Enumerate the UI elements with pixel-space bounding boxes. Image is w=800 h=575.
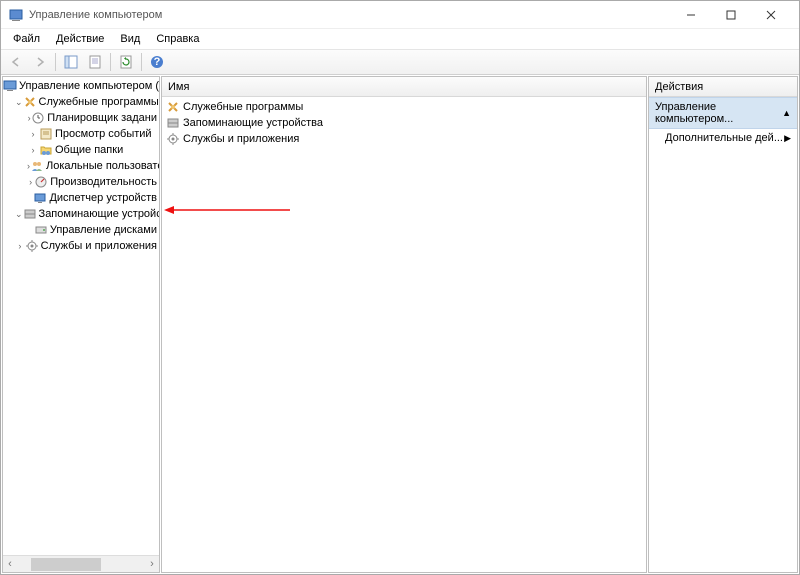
toolbar-separator xyxy=(141,53,142,71)
tree-system-tools[interactable]: ⌄ Служебные программы xyxy=(3,94,159,110)
show-hide-tree-button[interactable] xyxy=(60,51,82,73)
tree-label: Просмотр событий xyxy=(55,128,152,140)
app-icon xyxy=(9,8,23,22)
minimize-button[interactable] xyxy=(671,1,711,29)
performance-icon xyxy=(34,175,48,189)
list-item-system-tools[interactable]: Служебные программы xyxy=(164,99,644,115)
scrollbar-thumb[interactable] xyxy=(31,558,101,571)
tools-icon xyxy=(23,95,37,109)
actions-more-label: Дополнительные дей... xyxy=(665,132,783,144)
tree-event-viewer[interactable]: › Просмотр событий xyxy=(3,126,159,142)
submenu-icon: ▶ xyxy=(784,133,791,144)
expand-icon[interactable]: › xyxy=(27,129,39,139)
clock-icon xyxy=(31,111,45,125)
menu-file[interactable]: Файл xyxy=(5,31,48,47)
storage-icon xyxy=(166,116,180,130)
tree-label: Служебные программы xyxy=(39,96,159,108)
expand-icon[interactable]: › xyxy=(15,241,25,251)
content-area: Управление компьютером (л ⌄ Служебные пр… xyxy=(1,75,799,574)
annotation-arrow xyxy=(162,205,292,215)
actions-selected-node[interactable]: Управление компьютером... ▲ xyxy=(649,97,797,129)
services-icon xyxy=(166,132,180,146)
tree-label: Производительность xyxy=(50,176,157,188)
toolbar-separator xyxy=(55,53,56,71)
tree-shared-folders[interactable]: › Общие папки xyxy=(3,142,159,158)
menu-bar: Файл Действие Вид Справка xyxy=(1,29,799,49)
forward-button[interactable] xyxy=(29,51,51,73)
tree-label: Запоминающие устройст xyxy=(39,208,159,220)
collapse-icon[interactable]: ⌄ xyxy=(15,209,23,220)
window-title: Управление компьютером xyxy=(29,9,671,21)
tree-performance[interactable]: › Производительность xyxy=(3,174,159,190)
scroll-right-icon[interactable]: › xyxy=(145,558,159,570)
storage-icon xyxy=(23,207,37,221)
column-header-name[interactable]: Имя xyxy=(162,77,646,97)
close-button[interactable] xyxy=(751,1,791,29)
expand-icon[interactable]: › xyxy=(27,145,39,155)
list-item-label: Запоминающие устройства xyxy=(183,117,323,129)
tree-pane: Управление компьютером (л ⌄ Служебные пр… xyxy=(2,76,160,573)
tree-label: Службы и приложения xyxy=(41,240,157,252)
tree-label: Диспетчер устройств xyxy=(49,192,157,204)
event-icon xyxy=(39,127,53,141)
collapse-icon[interactable]: ▲ xyxy=(782,108,791,118)
tree-label: Планировщик задани xyxy=(47,112,157,124)
list-item-storage[interactable]: Запоминающие устройства xyxy=(164,115,644,131)
tree-task-scheduler[interactable]: › Планировщик задани xyxy=(3,110,159,126)
tree-label: Управление дисками xyxy=(50,224,157,236)
actions-header: Действия xyxy=(649,77,797,97)
actions-more[interactable]: Дополнительные дей... ▶ xyxy=(649,129,797,147)
tree-label: Управление компьютером (л xyxy=(19,80,159,92)
horizontal-scrollbar[interactable]: ‹ › xyxy=(3,555,159,572)
computer-icon xyxy=(3,79,17,93)
tree-label: Общие папки xyxy=(55,144,123,156)
menu-help[interactable]: Справка xyxy=(148,31,207,47)
disk-icon xyxy=(34,223,48,237)
toolbar-separator xyxy=(110,53,111,71)
svg-text:?: ? xyxy=(154,56,161,68)
tools-icon xyxy=(166,100,180,114)
back-button[interactable] xyxy=(5,51,27,73)
actions-selected-label: Управление компьютером... xyxy=(655,101,782,125)
list-pane: Имя Служебные программы Запоминающие уст… xyxy=(161,76,647,573)
expand-icon[interactable]: › xyxy=(27,177,34,187)
toolbar: ? xyxy=(1,49,799,75)
users-icon xyxy=(30,159,44,173)
help-button[interactable]: ? xyxy=(146,51,168,73)
tree-label: Локальные пользовате xyxy=(46,160,159,172)
list-item-label: Служебные программы xyxy=(183,101,303,113)
collapse-icon[interactable]: ⌄ xyxy=(15,97,23,108)
actions-pane: Действия Управление компьютером... ▲ Доп… xyxy=(648,76,798,573)
services-icon xyxy=(25,239,39,253)
tree-device-manager[interactable]: Диспетчер устройств xyxy=(3,190,159,206)
scroll-left-icon[interactable]: ‹ xyxy=(3,558,17,570)
menu-view[interactable]: Вид xyxy=(112,31,148,47)
list-item-services[interactable]: Службы и приложения xyxy=(164,131,644,147)
tree-root[interactable]: Управление компьютером (л xyxy=(3,78,159,94)
list-view[interactable]: Служебные программы Запоминающие устройс… xyxy=(162,97,646,572)
maximize-button[interactable] xyxy=(711,1,751,29)
title-bar: Управление компьютером xyxy=(1,1,799,29)
menu-action[interactable]: Действие xyxy=(48,31,112,47)
tree-disk-management[interactable]: Управление дисками xyxy=(3,222,159,238)
tree-local-users[interactable]: › Локальные пользовате xyxy=(3,158,159,174)
shared-folder-icon xyxy=(39,143,53,157)
console-tree[interactable]: Управление компьютером (л ⌄ Служебные пр… xyxy=(3,77,159,555)
properties-button[interactable] xyxy=(84,51,106,73)
refresh-button[interactable] xyxy=(115,51,137,73)
tree-services-apps[interactable]: › Службы и приложения xyxy=(3,238,159,254)
list-item-label: Службы и приложения xyxy=(183,133,299,145)
device-icon xyxy=(33,191,47,205)
tree-storage[interactable]: ⌄ Запоминающие устройст xyxy=(3,206,159,222)
